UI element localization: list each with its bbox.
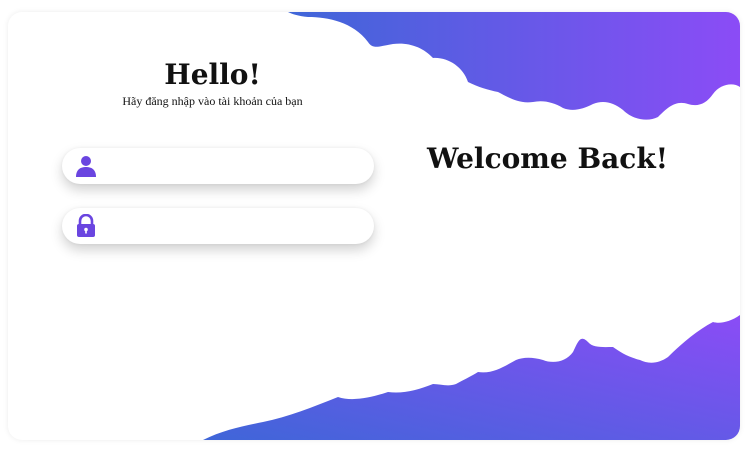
password-input[interactable] bbox=[108, 214, 358, 240]
page-title: Hello! bbox=[164, 58, 261, 91]
page-subtitle: Hãy đăng nhập vào tài khoản của bạn bbox=[122, 94, 303, 108]
lock-icon bbox=[77, 214, 95, 237]
username-input[interactable] bbox=[108, 154, 358, 180]
username-field[interactable] bbox=[62, 148, 374, 184]
password-field[interactable] bbox=[62, 208, 374, 244]
bottom-wave bbox=[203, 315, 740, 440]
user-icon bbox=[76, 156, 96, 177]
welcome-heading: Welcome Back! bbox=[426, 142, 669, 175]
